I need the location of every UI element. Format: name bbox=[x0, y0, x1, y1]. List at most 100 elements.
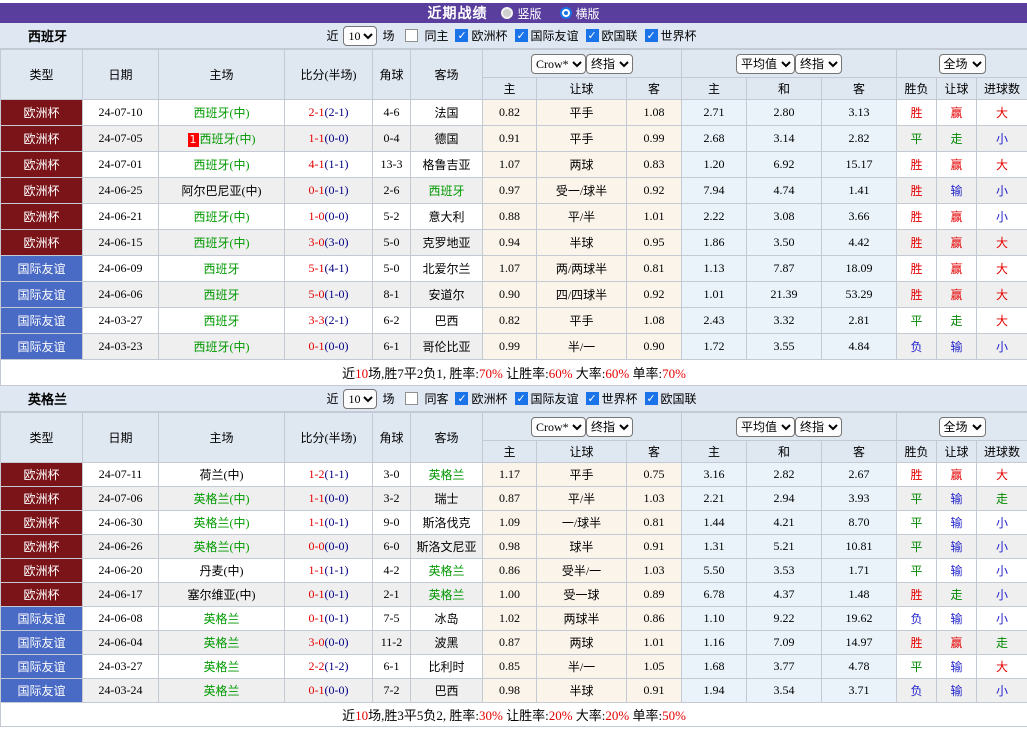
handicap-away-odds-cell: 1.01 bbox=[626, 630, 682, 655]
home-team-name[interactable]: 西班牙(中) bbox=[194, 236, 250, 250]
competition-checkbox[interactable] bbox=[514, 29, 528, 42]
away-team-name[interactable]: 英格兰 bbox=[428, 564, 464, 578]
away-team-name[interactable]: 英格兰 bbox=[428, 468, 464, 482]
date-cell: 24-07-06 bbox=[82, 486, 159, 511]
away-team-name[interactable]: 比利时 bbox=[428, 660, 464, 674]
scope-select[interactable]: 全场 bbox=[938, 416, 986, 437]
away-team-name[interactable]: 巴西 bbox=[434, 684, 458, 698]
home-team-name[interactable]: 英格兰(中) bbox=[194, 516, 250, 530]
away-team-name[interactable]: 英格兰 bbox=[428, 588, 464, 602]
away-team-name[interactable]: 北爱尔兰 bbox=[422, 262, 470, 276]
summary-segment: 70% bbox=[662, 366, 686, 381]
away-team-name[interactable]: 斯洛伐克 bbox=[422, 516, 470, 530]
home-team-name[interactable]: 荷兰(中) bbox=[200, 468, 244, 482]
score-cell: 5-1(4-1) bbox=[284, 255, 373, 282]
away-team-name[interactable]: 哥伦比亚 bbox=[422, 340, 470, 354]
home-team-name[interactable]: 英格兰(中) bbox=[194, 492, 250, 506]
result-wdl-cell: 胜 bbox=[896, 151, 938, 178]
competition-checkbox[interactable] bbox=[455, 392, 469, 405]
home-team-name[interactable]: 西班牙 bbox=[203, 262, 239, 276]
away-team-name[interactable]: 法国 bbox=[434, 106, 458, 120]
team-name[interactable]: 西班牙 bbox=[28, 26, 67, 45]
home-team-name[interactable]: 西班牙(中) bbox=[194, 210, 250, 224]
competition-checkbox[interactable] bbox=[644, 29, 658, 42]
competition-checkbox[interactable] bbox=[455, 29, 469, 42]
same-checkbox[interactable] bbox=[405, 29, 419, 42]
column-header: 类型 bbox=[0, 412, 83, 463]
version-radio-horizontal[interactable]: 横版 bbox=[559, 5, 600, 22]
odds-time-select[interactable]: 终指 bbox=[586, 416, 633, 437]
away-team-name[interactable]: 西班牙 bbox=[428, 184, 464, 198]
away-team-name[interactable]: 安道尔 bbox=[428, 288, 464, 302]
handicap-away-odds-cell: 0.92 bbox=[626, 177, 682, 204]
home-team-name[interactable]: 英格兰(中) bbox=[194, 540, 250, 554]
away-team-name[interactable]: 德国 bbox=[434, 132, 458, 146]
away-team-name[interactable]: 冰岛 bbox=[434, 612, 458, 626]
home-team-name[interactable]: 西班牙(中) bbox=[194, 340, 250, 354]
odds-source-select[interactable]: Crow* bbox=[531, 53, 586, 74]
avg-time-select[interactable]: 终指 bbox=[795, 416, 842, 437]
result-handicap-cell: 赢 bbox=[936, 151, 978, 178]
competition-checkbox[interactable] bbox=[644, 392, 658, 405]
avg-source-select[interactable]: 平均值 bbox=[736, 416, 795, 437]
avg-away-cell: 3.66 bbox=[820, 203, 898, 230]
fulltime-score: 2-2 bbox=[308, 659, 325, 673]
halftime-score: (0-1) bbox=[324, 183, 349, 197]
avg-away-cell: 1.71 bbox=[820, 558, 898, 583]
away-team-name[interactable]: 意大利 bbox=[428, 210, 464, 224]
away-team-name[interactable]: 克罗地亚 bbox=[422, 236, 470, 250]
away-team-name[interactable]: 波黑 bbox=[434, 636, 458, 650]
type-cell: 欧洲杯 bbox=[0, 534, 83, 559]
team-name[interactable]: 英格兰 bbox=[28, 389, 67, 408]
handicap-away-odds-cell: 0.90 bbox=[626, 333, 682, 360]
column-header: 日期 bbox=[82, 412, 159, 463]
home-team-name[interactable]: 阿尔巴尼亚(中) bbox=[182, 184, 262, 198]
handicap-line-cell: 受一/球半 bbox=[536, 177, 627, 204]
competition-checkbox[interactable] bbox=[514, 392, 528, 405]
summary-cell: 近10场,胜3平5负2, 胜率:30% 让胜率:20% 大率:20% 单率:50… bbox=[0, 702, 1027, 727]
avg-time-select[interactable]: 终指 bbox=[795, 53, 842, 74]
away-team-name[interactable]: 巴西 bbox=[434, 314, 458, 328]
home-team-name[interactable]: 西班牙(中) bbox=[200, 132, 256, 146]
halftime-score: (0-0) bbox=[324, 635, 349, 649]
home-team-name[interactable]: 英格兰 bbox=[203, 636, 239, 650]
home-team-name[interactable]: 西班牙 bbox=[203, 314, 239, 328]
same-checkbox[interactable] bbox=[405, 392, 419, 405]
result-goals-cell: 小 bbox=[976, 534, 1027, 559]
away-team-name[interactable]: 格鲁吉亚 bbox=[422, 158, 470, 172]
avg-home-cell: 7.94 bbox=[681, 177, 747, 204]
away-team-name[interactable]: 斯洛文尼亚 bbox=[416, 540, 476, 554]
away-team-name[interactable]: 瑞士 bbox=[434, 492, 458, 506]
home-team-name[interactable]: 丹麦(中) bbox=[200, 564, 244, 578]
home-team-name[interactable]: 英格兰 bbox=[203, 684, 239, 698]
table-row: 国际友谊 24-03-27 西班牙 3-3(2-1) 6-2 巴西 0.82 平手 1.08 2.… bbox=[0, 307, 1027, 334]
radio-on-icon[interactable] bbox=[559, 7, 572, 19]
odds-time-select[interactable]: 终指 bbox=[586, 53, 633, 74]
halftime-score: (0-0) bbox=[324, 339, 349, 353]
home-team-cell: 英格兰 bbox=[158, 630, 285, 655]
version-radio-vertical[interactable]: 竖版 bbox=[501, 5, 542, 22]
odds-source-select[interactable]: Crow* bbox=[531, 416, 586, 437]
avg-home-cell: 1.44 bbox=[681, 510, 747, 535]
recent-count-select[interactable]: 10 bbox=[343, 25, 378, 46]
home-team-name[interactable]: 塞尔维亚(中) bbox=[188, 588, 256, 602]
avg-source-select[interactable]: 平均值 bbox=[736, 53, 795, 74]
column-header: 主场 bbox=[158, 49, 285, 100]
home-team-name[interactable]: 西班牙(中) bbox=[194, 106, 250, 120]
result-handicap-cell: 输 bbox=[936, 654, 978, 679]
table-row: 国际友谊 24-06-08 英格兰 0-1(0-1) 7-5 冰岛 1.02 两球半 0.86 1… bbox=[0, 606, 1027, 631]
competition-checkbox[interactable] bbox=[585, 392, 599, 405]
recent-count-select[interactable]: 10 bbox=[343, 388, 378, 409]
scope-select[interactable]: 全场 bbox=[938, 53, 986, 74]
home-team-name[interactable]: 英格兰 bbox=[203, 612, 239, 626]
home-team-name[interactable]: 英格兰 bbox=[203, 660, 239, 674]
home-team-cell: 英格兰(中) bbox=[158, 486, 285, 511]
handicap-away-odds-cell: 1.08 bbox=[626, 307, 682, 334]
handicap-line-cell: 两球 bbox=[536, 151, 627, 178]
radio-off-icon[interactable] bbox=[501, 7, 514, 19]
corner-cell: 6-2 bbox=[372, 307, 411, 334]
home-team-name[interactable]: 西班牙(中) bbox=[194, 158, 250, 172]
home-team-name[interactable]: 西班牙 bbox=[203, 288, 239, 302]
competition-checkbox[interactable] bbox=[585, 29, 599, 42]
handicap-away-odds-cell: 0.81 bbox=[626, 255, 682, 282]
